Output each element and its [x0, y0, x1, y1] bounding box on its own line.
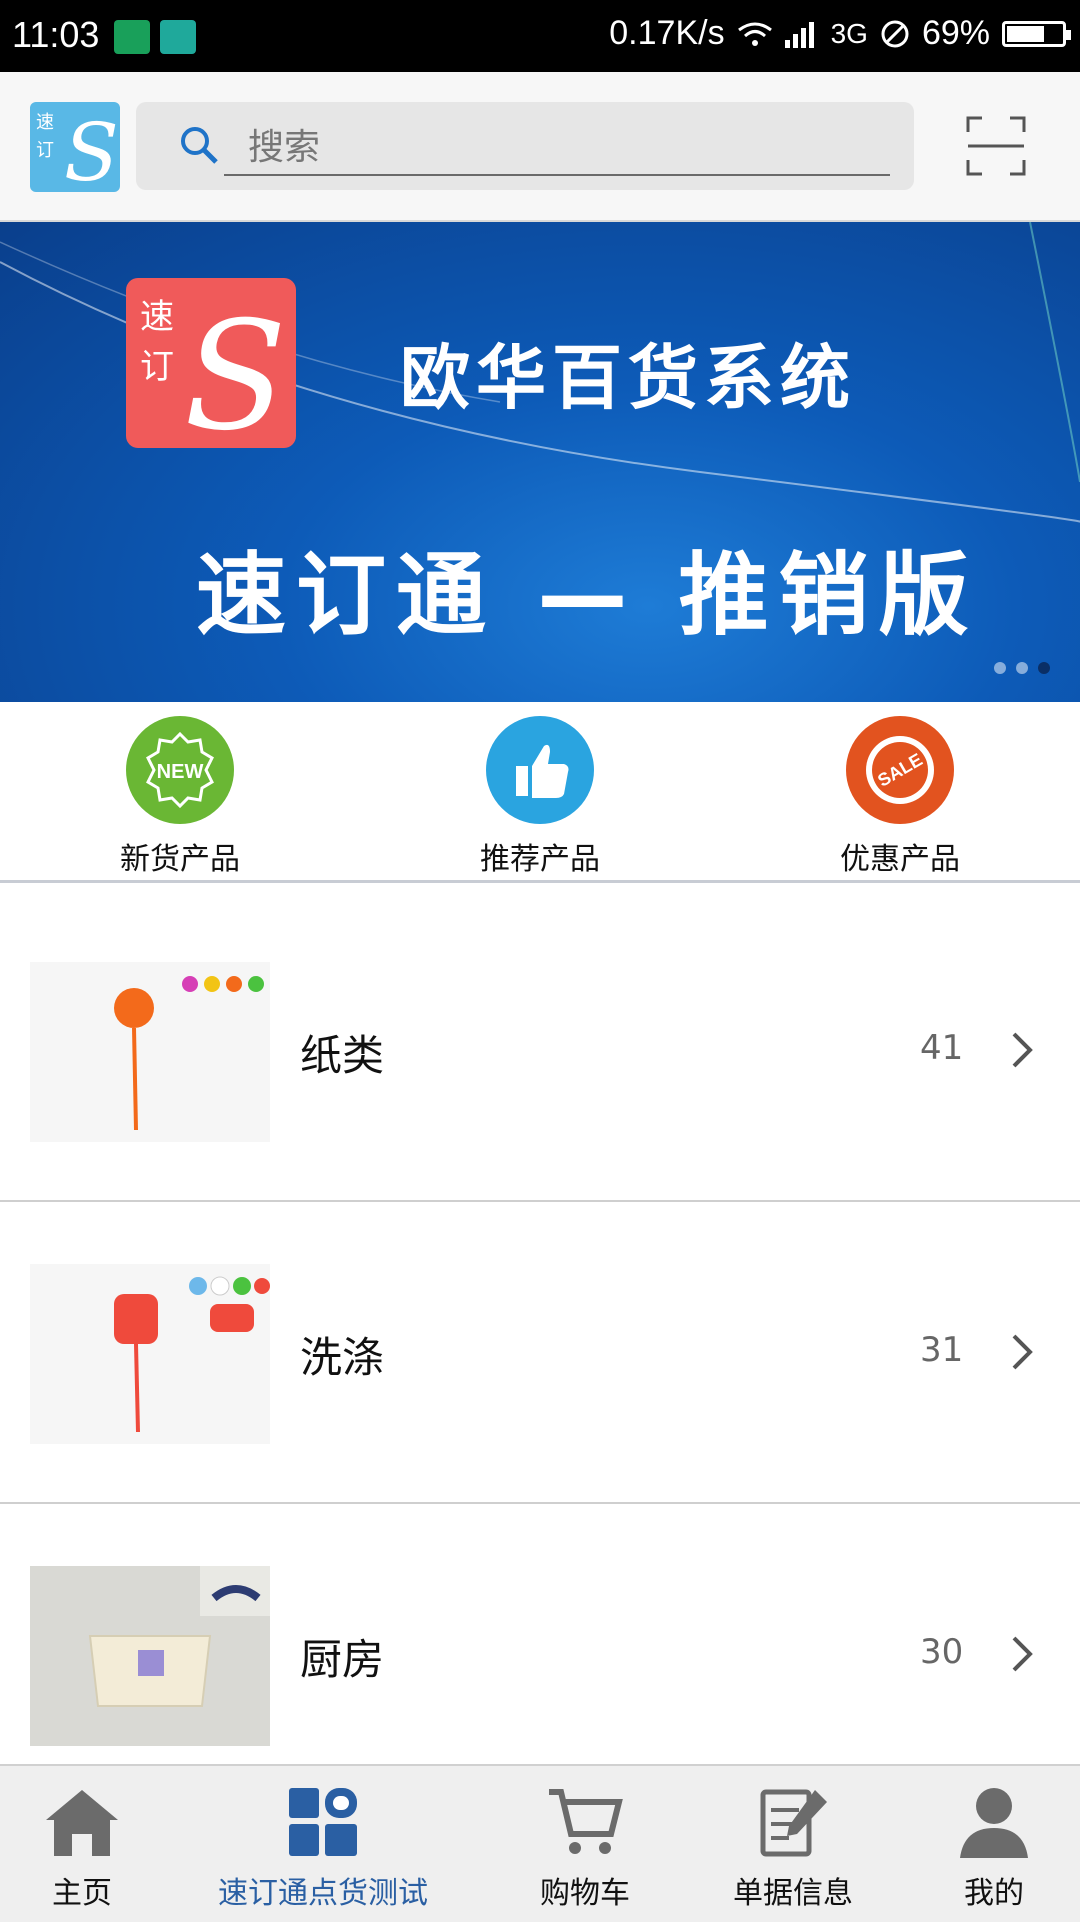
- tab-cart[interactable]: 购物车: [540, 1784, 630, 1912]
- category-name: 洗涤: [300, 1333, 385, 1382]
- battery-percent: 69%: [921, 14, 990, 52]
- tab-profile[interactable]: 我的: [954, 1784, 1034, 1912]
- battery-icon: [1002, 20, 1071, 47]
- app-logo[interactable]: 速 订 S: [30, 102, 120, 199]
- thumbs-up-icon: [486, 716, 594, 824]
- svg-text:速: 速: [140, 297, 174, 337]
- svg-text:订: 订: [36, 140, 54, 161]
- banner-title: 欧华百货系统: [400, 337, 856, 419]
- pagination-dot-active: [1038, 662, 1050, 674]
- quick-link-new[interactable]: NEW 新货产品: [80, 716, 280, 878]
- category-count: 30: [920, 1632, 964, 1672]
- category-count: 31: [920, 1330, 964, 1370]
- category-count: 41: [920, 1028, 964, 1068]
- svg-text:S: S: [184, 290, 287, 448]
- scan-icon[interactable]: [966, 116, 1026, 176]
- quick-link-label: 推荐产品: [480, 842, 600, 877]
- tab-documents[interactable]: 单据信息: [733, 1784, 853, 1912]
- quick-link-label: 优惠产品: [840, 842, 960, 877]
- category-thumbnail: [30, 1264, 270, 1444]
- banner-subtitle: 速订通 — 推销版: [196, 543, 979, 648]
- category-thumbnail: [30, 1566, 270, 1746]
- search-icon: [181, 127, 218, 164]
- category-name: 厨房: [300, 1635, 385, 1684]
- quick-link-sale[interactable]: SALE 优惠产品: [800, 716, 1000, 878]
- chevron-right-icon: [1012, 1032, 1033, 1068]
- document-icon: [760, 1789, 827, 1857]
- grid-icon: [289, 1788, 357, 1856]
- quick-link-label: 新货产品: [120, 842, 240, 877]
- wifi-icon: [737, 22, 772, 46]
- top-bar: 速 订 S 搜索: [0, 72, 1080, 222]
- category-name: 纸类: [300, 1031, 385, 1080]
- search-bar[interactable]: 搜索: [136, 102, 914, 190]
- banner-logo: 速 订 S: [126, 278, 296, 464]
- quick-links: NEW 新货产品 推荐产品 SALE 优惠产品: [0, 702, 1080, 883]
- tab-home[interactable]: 主页: [42, 1784, 122, 1912]
- new-badge-icon: NEW: [126, 716, 234, 824]
- sale-tag-icon: SALE: [846, 716, 954, 824]
- chevron-right-icon: [1012, 1636, 1033, 1672]
- category-row[interactable]: 洗涤 31: [0, 1202, 1080, 1504]
- promo-banner[interactable]: 速 订 S 欧华百货系统 速订通 — 推销版: [0, 222, 1080, 702]
- svg-text:订: 订: [140, 347, 174, 387]
- status-time: 11:03: [12, 14, 100, 55]
- chevron-right-icon: [1012, 1334, 1033, 1370]
- tab-order-test[interactable]: 速订通点货测试: [218, 1784, 428, 1912]
- tab-label: 购物车: [540, 1876, 630, 1911]
- wechat-notification-icon: [114, 20, 150, 54]
- svg-text:速: 速: [36, 112, 54, 133]
- tab-label: 单据信息: [733, 1876, 853, 1911]
- status-bar: 11:03 0.17K/s 3G 69%: [0, 0, 1080, 72]
- tab-label: 速订通点货测试: [218, 1876, 428, 1911]
- svg-text:NEW: NEW: [157, 761, 204, 783]
- category-row[interactable]: 纸类 41: [0, 900, 1080, 1202]
- banner-pagination: [994, 662, 1050, 674]
- search-input[interactable]: 搜索: [248, 118, 320, 170]
- bottom-tab-bar: 主页 速订通点货测试 购物车 单据信息 我的: [0, 1764, 1080, 1922]
- signal-icon: [784, 21, 814, 48]
- pagination-dot: [994, 662, 1006, 674]
- pagination-dot: [1016, 662, 1028, 674]
- do-not-disturb-icon: [881, 20, 909, 47]
- network-type: 3G: [830, 17, 868, 49]
- network-speed: 0.17K/s: [609, 14, 725, 52]
- tab-label: 主页: [52, 1876, 112, 1911]
- user-icon: [960, 1788, 1028, 1858]
- home-icon: [46, 1790, 118, 1856]
- screenshot-notification-icon: [160, 20, 196, 54]
- category-row[interactable]: 厨房 30: [0, 1504, 1080, 1806]
- svg-text:S: S: [64, 106, 119, 192]
- cart-icon: [549, 1789, 623, 1854]
- quick-link-recommended[interactable]: 推荐产品: [440, 716, 640, 878]
- category-thumbnail: [30, 962, 270, 1142]
- tab-label: 我的: [964, 1876, 1024, 1911]
